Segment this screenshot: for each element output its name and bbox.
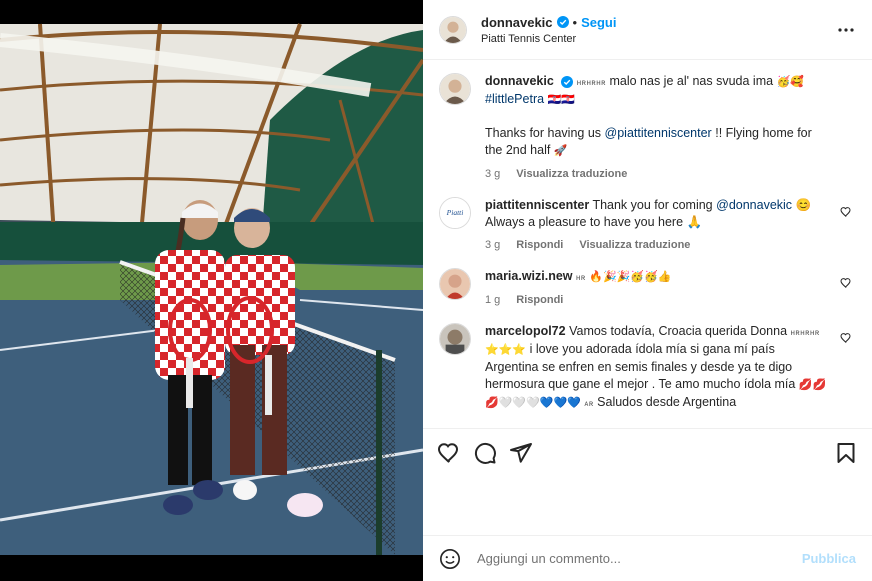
post-image [0,0,423,581]
comment-username[interactable]: maria.wizi.new [485,269,573,283]
like-heart-icon[interactable] [840,205,852,217]
author-username[interactable]: donnavekic [481,15,553,30]
stars-emoji: ⭐⭐⭐ [485,344,527,356]
avatar-image [440,16,466,43]
hearts-emoji: 💋🤍🤍🤍💙💙💙 [485,397,581,409]
caption-row: donnavekic ʜʀʜʀʜʀ malo nas je al' nas sv… [439,73,856,183]
comment-text: Vamos todavía, Croacia querida Donna [569,324,788,338]
reply-button[interactable]: Rispondi [516,292,563,309]
separator-dot: • [572,14,578,30]
author-avatar[interactable] [439,15,467,44]
comment-body: piattitenniscenter Thank you for coming … [485,197,856,254]
comment-body: maria.wizi.new ʜʀ 🔥🎉🎉🥳🥳👍 1 g Rispondi [485,268,856,309]
avatar-image: Piatti [440,198,470,228]
follow-button[interactable]: Segui [581,15,616,30]
comment-meta: 3 g Rispondi Visualizza traduzione [485,237,830,254]
mention-link[interactable]: @piattitenniscenter [605,126,712,140]
comment-item: marcelopol72 Vamos todavía, Croacia quer… [439,323,856,412]
comment-time[interactable]: 1 g [485,292,500,309]
caption-avatar[interactable] [439,73,471,105]
caption-text-2: Thanks for having us [485,126,602,140]
flag-tag: ʜʀʜʀʜʀ [790,328,820,337]
comment-time[interactable]: 3 g [485,237,500,254]
hashtag-link[interactable]: #littlePetra [485,92,544,106]
post-location[interactable]: Piatti Tennis Center [481,33,836,45]
post-header: donnavekic • Segui Piatti Tennis Center [423,0,872,60]
reply-button[interactable]: Rispondi [516,237,563,254]
translate-button[interactable]: Visualizza traduzione [516,166,627,183]
like-heart-icon[interactable] [437,441,461,465]
comment-body: marcelopol72 Vamos todavía, Croacia quer… [485,323,856,412]
verified-badge-icon [556,16,569,28]
post-side-panel: donnavekic • Segui Piatti Tennis Center [423,0,872,581]
caption-text: malo nas je al' nas svuda ima [609,74,774,88]
avatar-image [440,74,470,104]
publish-button[interactable]: Pubblica [802,551,856,566]
comment-text-2: i love you adorada ídola mía si gana mí … [485,342,796,391]
hashtag-emoji: 🇭🇷🇭🇷 [547,94,575,106]
emoji-smile-icon[interactable] [439,548,461,570]
caption-time[interactable]: 3 g [485,166,500,183]
post-photo[interactable] [0,0,423,581]
avatar-image [440,269,470,299]
add-comment-bar: Pubblica [423,535,872,581]
comment-item: Piatti piattitenniscenter Thank you for … [439,197,856,254]
avatar-text: Piatti [446,208,464,217]
comment-input[interactable] [475,550,802,567]
rocket-emoji: 🚀 [553,145,568,157]
caption-meta: 3 g Visualizza traduzione [485,166,830,183]
post-actions [423,428,872,547]
flag-tag: ʜʀ [576,273,586,282]
mention-link[interactable]: @donnavekic [716,198,792,212]
header-text: donnavekic • Segui Piatti Tennis Center [481,15,836,45]
header-line: donnavekic • Segui [481,15,836,30]
comment-item: maria.wizi.new ʜʀ 🔥🎉🎉🥳🥳👍 1 g Rispondi [439,268,856,309]
more-horizontal-icon[interactable] [836,20,856,40]
caption-username[interactable]: donnavekic [485,74,554,88]
comment-text-3: Saludos desde Argentina [597,395,737,409]
translate-button[interactable]: Visualizza traduzione [579,237,690,254]
comment-text: Thank you for coming [592,198,713,212]
like-heart-icon[interactable] [840,276,852,288]
comment-bubble-icon[interactable] [473,441,497,465]
share-paper-plane-icon[interactable] [509,441,533,465]
comment-username[interactable]: marcelopol72 [485,324,566,338]
save-bookmark-icon[interactable] [834,441,858,465]
comment-meta: 1 g Rispondi [485,292,830,309]
commenter-avatar[interactable]: Piatti [439,197,471,229]
commenter-avatar[interactable] [439,268,471,300]
avatar-image [440,324,470,354]
comment-username[interactable]: piattitenniscenter [485,198,589,212]
kiss-emoji: 💋💋 [798,379,827,391]
comments-list[interactable]: donnavekic ʜʀʜʀʜʀ malo nas je al' nas sv… [423,61,872,427]
commenter-avatar[interactable] [439,323,471,355]
flag-tag-2: ᴀʀ [584,399,594,408]
flag-tag: ʜʀʜʀʜʀ [576,78,606,87]
caption-body: donnavekic ʜʀʜʀʜʀ malo nas je al' nas sv… [485,73,856,183]
action-bar [423,429,872,465]
caption-emoji: 🥳🥰 [776,76,804,88]
like-heart-icon[interactable] [840,331,852,343]
comment-emoji: 🔥🎉🎉🥳🥳👍 [589,271,672,283]
verified-badge-icon [561,75,574,88]
